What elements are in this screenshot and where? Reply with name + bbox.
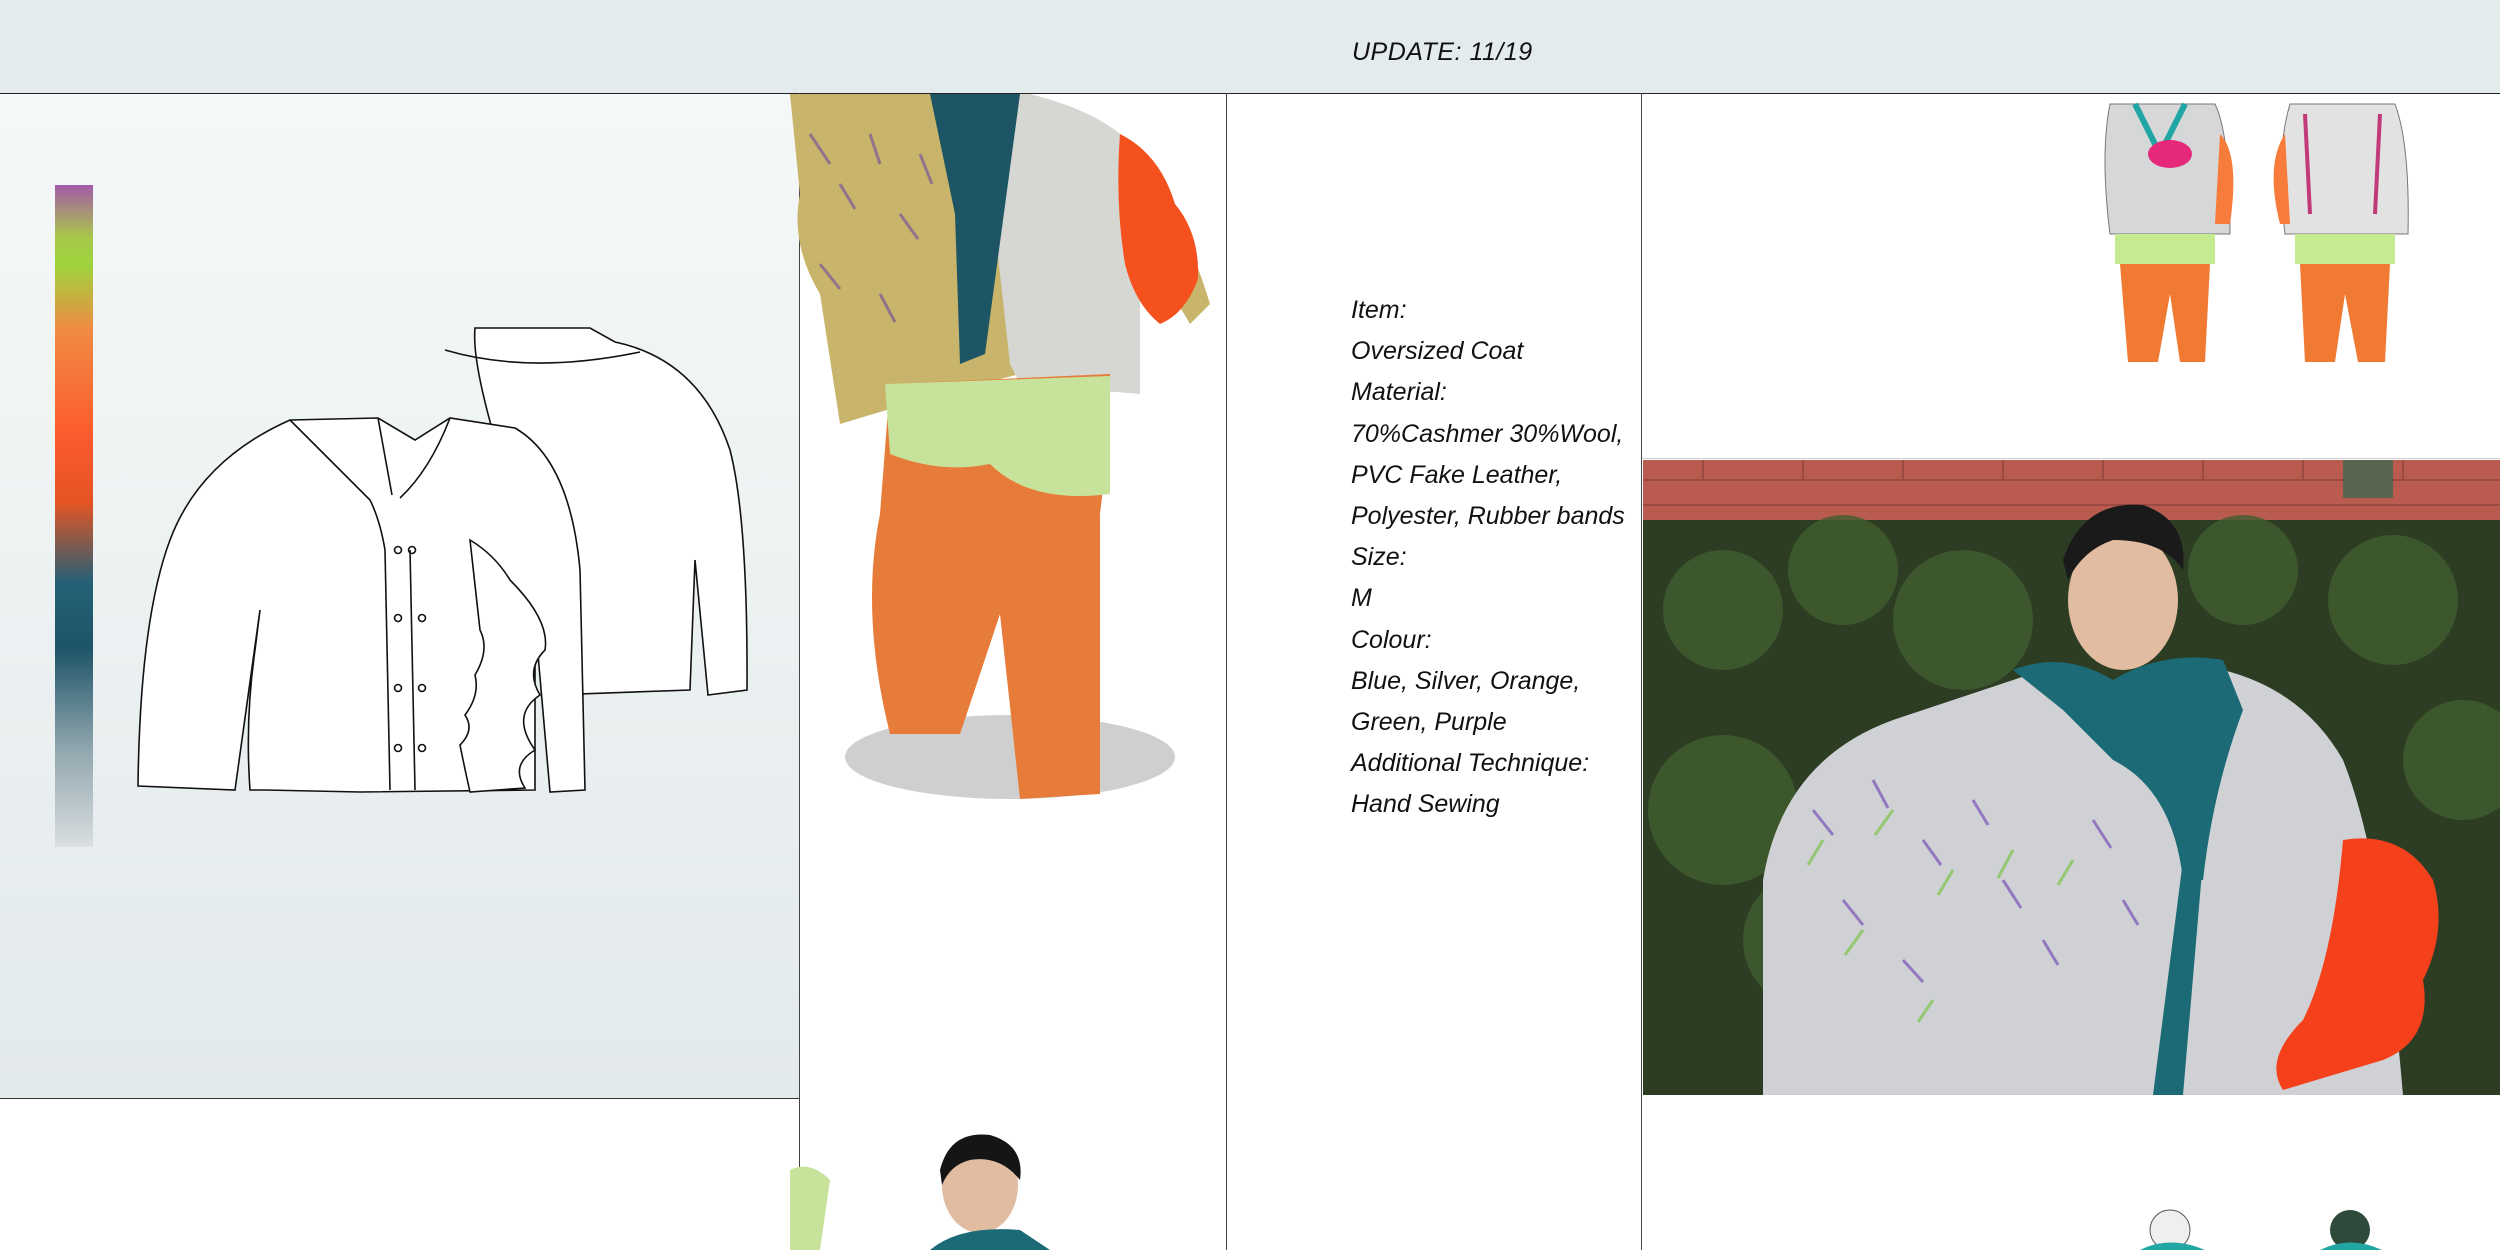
update-label: UPDATE: 11/19 [1352, 38, 1533, 66]
model-seated-photo [1643, 460, 2500, 1095]
detail-line: Additional Technique: [1351, 749, 1590, 778]
detail-line: Polyester, Rubber bands [1351, 502, 1625, 531]
detail-line: Blue, Silver, Orange, [1351, 666, 1581, 695]
detail-line: Green, Purple [1351, 708, 1507, 737]
model-seated-photo-icon [1643, 460, 2500, 1095]
divider-4 [1642, 458, 2500, 459]
model-portrait-photo-icon [790, 1134, 1050, 1250]
detail-line: 70%Cashmer 30%Wool, [1351, 419, 1624, 448]
flat-sketch-panel [0, 94, 799, 1099]
detail-line: Hand Sewing [1351, 790, 1500, 819]
detail-line: Item: [1351, 296, 1407, 324]
detail-line: Colour: [1351, 625, 1432, 654]
divider-2 [1226, 93, 1227, 1250]
fashion-illustration-icon [2104, 102, 2409, 362]
top-bar: UPDATE: 11/19 [0, 0, 2500, 94]
coat-flat-sketch-icon [137, 327, 748, 793]
detail-line: PVC Fake Leather, [1351, 460, 1563, 489]
detail-line: Size: [1351, 543, 1407, 572]
detail-line: Oversized Coat [1351, 337, 1524, 366]
divider-3 [1641, 93, 1642, 1250]
detail-line: M [1351, 584, 1372, 613]
illustration-heads-icon [2140, 1209, 2382, 1250]
item-details: Item: Oversized Coat Material: 70%Cashme… [1351, 290, 1625, 826]
color-palette-bar [55, 185, 93, 847]
model-full-body-photo-icon [790, 94, 1210, 799]
detail-line: Material: [1351, 378, 1447, 407]
